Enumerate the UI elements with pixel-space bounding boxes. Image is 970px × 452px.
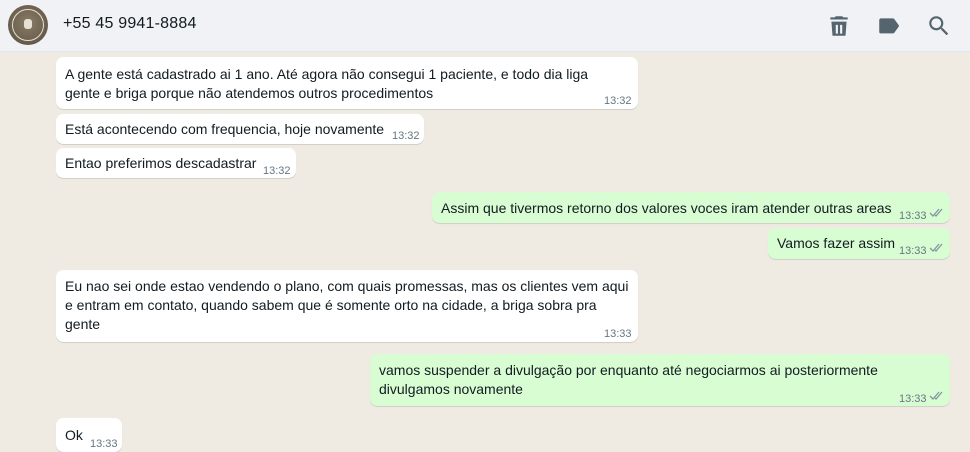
message-bubble-incoming[interactable]: Ok 13:33 — [56, 418, 122, 452]
message-list[interactable]: A gente está cadastrado ai 1 ano. Até ag… — [0, 52, 970, 452]
message-time: 13:32 — [604, 95, 632, 107]
read-receipt-icon — [929, 207, 945, 218]
label-icon[interactable] — [876, 13, 902, 39]
message-text: vamos suspender a divulgação por enquant… — [379, 361, 878, 399]
read-receipt-icon — [929, 242, 945, 253]
message-line: Ok — [65, 427, 83, 443]
message-time: 13:33 — [899, 245, 927, 257]
message-time: 13:32 — [263, 165, 291, 177]
message-line: vamos suspender a divulgação por enquant… — [379, 362, 878, 378]
message-time: 13:33 — [899, 393, 927, 405]
message-bubble-incoming[interactable]: A gente está cadastrado ai 1 ano. Até ag… — [56, 57, 638, 109]
message-text: Vamos fazer assim — [777, 234, 895, 253]
message-line: gente e briga porque não atendemos outro… — [65, 85, 434, 101]
contact-avatar[interactable] — [8, 5, 48, 45]
message-bubble-outgoing[interactable]: Vamos fazer assim 13:33 — [768, 228, 950, 259]
message-time: 13:33 — [90, 438, 118, 450]
message-line: Está acontecendo com frequencia, hoje no… — [65, 121, 385, 137]
message-text: Eu nao sei onde estao vendendo o plano, … — [65, 277, 628, 334]
message-line: Assim que tivermos retorno dos valores v… — [441, 200, 892, 216]
message-line: divulgamos novamente — [379, 381, 523, 397]
message-time: 13:33 — [899, 210, 927, 222]
chat-header: +55 45 9941-8884 — [0, 0, 970, 52]
message-bubble-outgoing[interactable]: Assim que tivermos retorno dos valores v… — [432, 192, 950, 223]
message-line: A gente está cadastrado ai 1 ano. Até ag… — [65, 66, 589, 82]
message-bubble-incoming[interactable]: Está acontecendo com frequencia, hoje no… — [56, 114, 424, 144]
message-bubble-incoming[interactable]: Eu nao sei onde estao vendendo o plano, … — [56, 270, 638, 342]
message-line: Vamos fazer assim — [777, 235, 895, 251]
message-text: Ok — [65, 426, 83, 445]
contact-name[interactable]: +55 45 9941-8884 — [63, 15, 197, 33]
message-text: Está acontecendo com frequencia, hoje no… — [65, 120, 384, 139]
message-bubble-incoming[interactable]: Entao preferimos descadastrar 13:32 — [56, 148, 296, 178]
trash-icon[interactable] — [826, 13, 852, 39]
message-line: e entram em contato, quando sabem que é … — [65, 297, 597, 313]
avatar-logo-mark — [24, 19, 32, 29]
message-time: 13:33 — [604, 328, 632, 340]
message-line: Entao preferimos descadastrar — [65, 155, 257, 171]
message-line: gente — [65, 316, 101, 332]
read-receipt-icon — [929, 390, 945, 401]
message-line: Eu nao sei onde estao vendendo o plano, … — [65, 278, 629, 294]
message-time: 13:32 — [392, 130, 420, 142]
message-text: A gente está cadastrado ai 1 ano. Até ag… — [65, 65, 588, 103]
message-text: Assim que tivermos retorno dos valores v… — [441, 199, 892, 218]
message-bubble-outgoing[interactable]: vamos suspender a divulgação por enquant… — [370, 354, 950, 406]
message-text: Entao preferimos descadastrar — [65, 154, 256, 173]
search-icon[interactable] — [926, 13, 952, 39]
